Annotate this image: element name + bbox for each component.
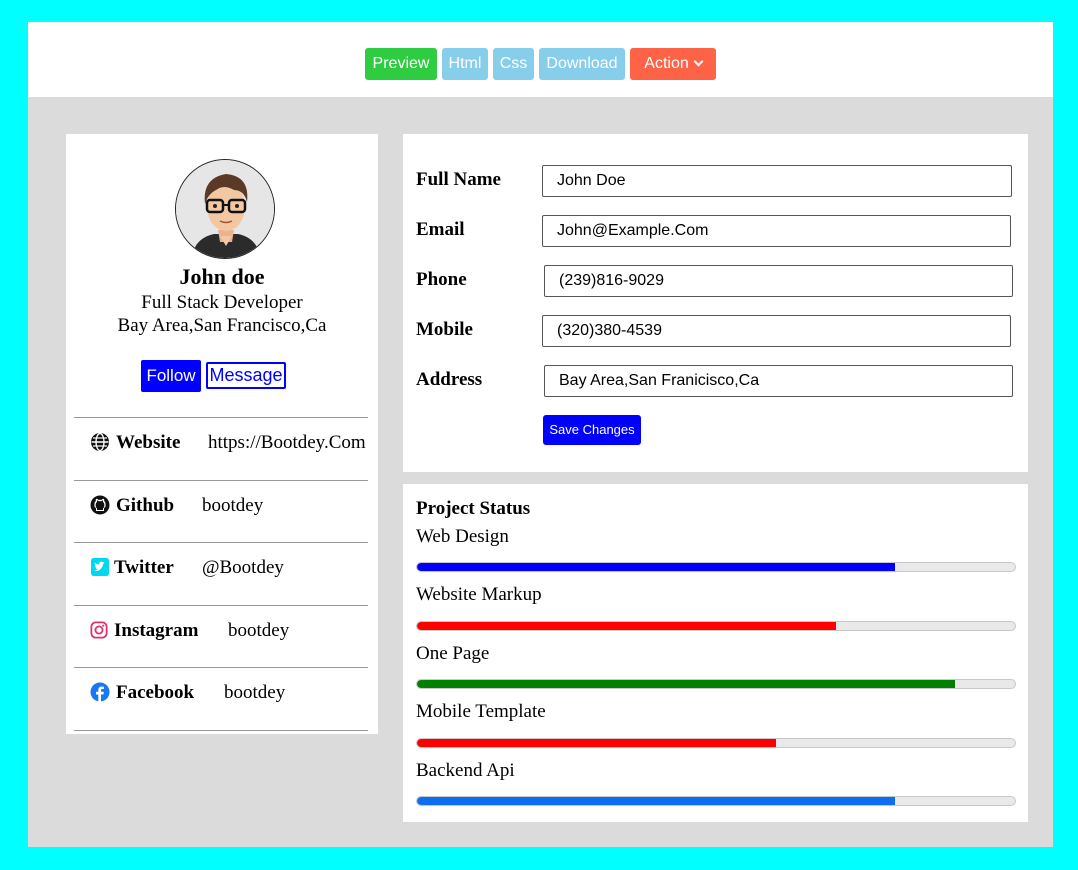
field-label-mobile: Mobile <box>416 319 473 340</box>
message-button[interactable]: Message <box>206 362 286 389</box>
progress-label: Backend Api <box>416 760 515 781</box>
social-row-twitter: Twitter @Bootdey <box>74 542 368 604</box>
profile-name: John doe <box>179 264 265 289</box>
progress-label: One Page <box>416 643 490 664</box>
progress-fill <box>417 739 776 747</box>
social-label: Facebook <box>116 682 195 703</box>
social-label: Instagram <box>114 620 199 641</box>
social-label: Github <box>116 495 175 516</box>
field-label-address: Address <box>416 369 483 390</box>
details-card: Full Name John Doe Email John@Example.Co… <box>403 134 1028 472</box>
mobile-field[interactable]: (320)380-4539 <box>542 315 1011 347</box>
progress-label: Web Design <box>416 526 509 547</box>
progress-label: Website Markup <box>416 584 542 605</box>
project-status-title: Project Status <box>416 498 531 519</box>
progress-bar <box>416 562 1016 572</box>
progress-fill <box>417 680 956 688</box>
progress-fill <box>417 622 836 630</box>
social-value[interactable]: @Bootdey <box>202 557 284 579</box>
field-label-full-name: Full Name <box>416 169 501 190</box>
social-row-instagram: Instagram bootdey <box>74 605 368 667</box>
avatar <box>175 159 275 259</box>
profile-card: John doe Full Stack Developer Bay Area,S… <box>66 134 378 734</box>
social-row-github: Github bootdey <box>74 480 368 542</box>
twitter-icon <box>91 558 109 576</box>
address-field[interactable]: Bay Area,San Franicisco,Ca <box>544 365 1013 397</box>
field-label-email: Email <box>416 219 465 240</box>
profile-role: Full Stack Developer <box>141 292 303 313</box>
social-value[interactable]: bootdey <box>202 495 263 517</box>
social-value[interactable]: bootdey <box>228 620 289 642</box>
progress-fill <box>417 797 896 805</box>
toolbar: Preview Html Css Download Action <box>28 22 1053 97</box>
social-label: Website <box>116 432 181 453</box>
project-status-card: Project Status Web Design Website Markup… <box>403 484 1028 822</box>
facebook-icon <box>90 682 110 702</box>
full-name-field[interactable]: John Doe <box>542 165 1012 197</box>
avatar-cartoon-icon <box>176 160 274 258</box>
follow-button[interactable]: Follow <box>141 360 201 392</box>
progress-fill <box>417 563 896 571</box>
social-row-facebook: Facebook bootdey <box>74 667 368 729</box>
social-label: Twitter <box>114 557 174 578</box>
download-button[interactable]: Download <box>539 48 625 80</box>
instagram-icon <box>90 621 108 639</box>
social-value[interactable]: https://Bootdey.Com <box>208 432 366 454</box>
globe-icon <box>91 432 109 452</box>
progress-bar <box>416 679 1016 689</box>
preview-button[interactable]: Preview <box>365 48 437 80</box>
social-row-website: Website https://Bootdey.Com <box>74 417 368 479</box>
github-icon <box>90 495 110 515</box>
save-changes-button[interactable]: Save Changes <box>543 415 641 445</box>
progress-bar <box>416 796 1016 806</box>
html-button[interactable]: Html <box>442 48 488 80</box>
action-label: Action <box>644 55 689 72</box>
social-value[interactable]: bootdey <box>224 682 285 704</box>
chevron-down-icon <box>693 56 704 67</box>
field-label-phone: Phone <box>416 269 467 290</box>
action-dropdown-button[interactable]: Action <box>630 48 716 80</box>
profile-location: Bay Area,San Francisco,Ca <box>117 315 327 336</box>
divider <box>74 730 368 731</box>
progress-bar <box>416 738 1016 748</box>
progress-label: Mobile Template <box>416 701 546 722</box>
progress-bar <box>416 621 1016 631</box>
email-field[interactable]: John@Example.Com <box>542 215 1011 247</box>
phone-field[interactable]: (239)816-9029 <box>544 265 1013 297</box>
css-button[interactable]: Css <box>493 48 534 80</box>
